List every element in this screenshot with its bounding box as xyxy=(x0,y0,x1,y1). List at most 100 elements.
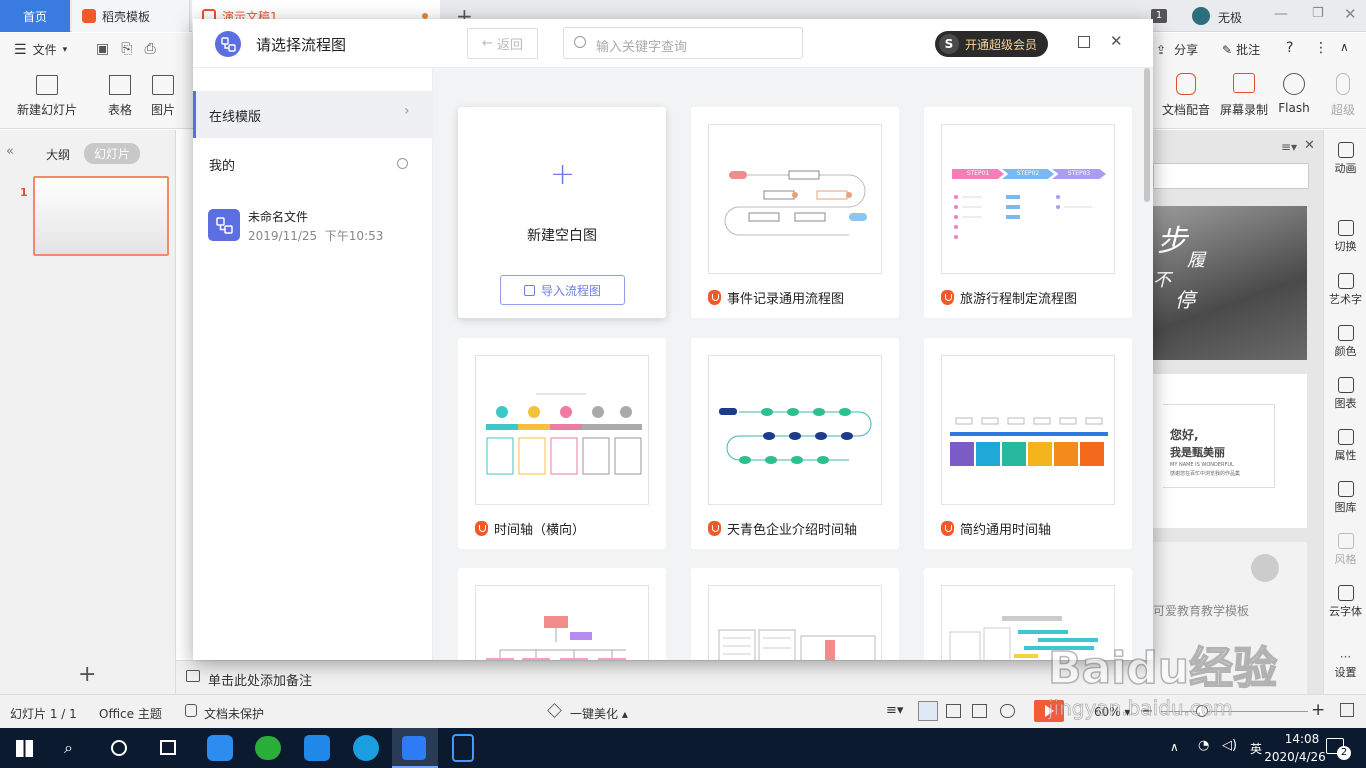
tray-expand-icon[interactable]: ∧ xyxy=(1170,740,1179,754)
slide-thumbnail[interactable] xyxy=(33,176,169,256)
side-color[interactable]: 颜色 xyxy=(1324,325,1366,359)
notes-toggle-icon[interactable]: ≡▾ xyxy=(886,703,903,718)
vip-button[interactable]: S 开通超级会员 xyxy=(935,31,1048,57)
normal-view-icon[interactable] xyxy=(918,701,938,721)
side-settings[interactable]: ··· 设置 xyxy=(1324,650,1366,680)
search-placeholder: 输入关键字查询 xyxy=(596,40,688,55)
picture-icon xyxy=(152,75,174,95)
template-thumbnail xyxy=(475,355,649,505)
sidebar-item-mine[interactable]: 我的 xyxy=(209,155,235,174)
ime-indicator[interactable]: 英 xyxy=(1250,740,1262,757)
picture-button[interactable]: 图片 xyxy=(146,75,180,118)
panel-close-icon[interactable]: ✕ xyxy=(1304,138,1315,153)
search-input[interactable]: 输入关键字查询 xyxy=(563,27,803,59)
sidebar-item-online[interactable]: 在线模版 › xyxy=(193,91,433,138)
panel-menu-icon[interactable]: ≡▾ xyxy=(1281,140,1297,154)
panel-search-input[interactable] xyxy=(1153,163,1309,189)
back-button[interactable]: ← 返回 xyxy=(467,28,538,59)
template-card-travel-plan[interactable]: STEP01 STEP02 STEP03 旅游行程制定流程图 xyxy=(924,107,1132,318)
minimize-icon[interactable]: — xyxy=(1274,6,1288,22)
new-blank-card[interactable]: + 新建空白图 导入流程图 xyxy=(458,107,666,318)
sorter-view-icon[interactable] xyxy=(946,704,961,718)
doc-audio-button[interactable]: 文档配音 xyxy=(1158,73,1214,118)
recent-file-item[interactable]: 未命名文件 2019/11/25 下午10:53 xyxy=(193,198,433,250)
table-button[interactable]: 表格 xyxy=(103,75,137,118)
tab-slides[interactable]: 幻灯片 xyxy=(84,143,141,164)
clock-time[interactable]: 14:08 xyxy=(1276,732,1328,746)
beautify-button[interactable]: 一键美化 ▴ xyxy=(570,705,628,722)
restore-icon[interactable]: ❐ xyxy=(1312,6,1324,21)
sidebar-online-label: 在线模版 xyxy=(209,110,262,125)
template-card-portfolio[interactable]: 您好, 我是甄美丽 MY NAME IS WONDERFUL 感谢您在百忙中浏览… xyxy=(1153,374,1307,528)
avatar[interactable] xyxy=(1192,7,1210,25)
import-button[interactable]: 导入流程图 xyxy=(500,275,625,305)
more-icon[interactable]: ⋮ xyxy=(1314,40,1328,56)
file-menu[interactable]: ☰ 文件 ▾ xyxy=(14,41,67,58)
template-card-event-record[interactable]: 事件记录通用流程图 xyxy=(691,107,899,318)
side-wordart[interactable]: 艺术字 xyxy=(1324,273,1366,307)
add-slide-icon[interactable]: + xyxy=(78,662,96,687)
help-icon[interactable]: ? xyxy=(1286,40,1293,56)
user-name[interactable]: 无极 xyxy=(1218,9,1242,26)
card2-greeting: 您好, xyxy=(1170,428,1199,442)
template-card-horizontal-timeline[interactable]: 时间轴（横向） xyxy=(458,338,666,549)
share-icon: ⇪ xyxy=(1156,42,1167,57)
clock-date[interactable]: 2020/4/26 xyxy=(1262,750,1328,764)
cortana-icon[interactable] xyxy=(111,740,127,756)
save-icon[interactable]: ▣ xyxy=(96,41,109,57)
side-style[interactable]: 风格 xyxy=(1324,533,1366,567)
baidu-watermark: Baidu经验 jingyan.baidu.com xyxy=(1047,632,1318,722)
side-gallery[interactable]: 图库 xyxy=(1324,481,1366,515)
tab-home[interactable]: 首页 xyxy=(0,0,70,32)
new-slide-button[interactable]: 新建幻灯片 xyxy=(12,75,82,118)
daoke-brand-icon xyxy=(475,521,488,536)
sidebar-search-icon[interactable] xyxy=(397,158,408,169)
side-cloud-font[interactable]: 云字体 xyxy=(1324,585,1366,619)
slide-number: 1 xyxy=(20,186,28,199)
theme-name[interactable]: Office 主题 xyxy=(99,705,162,722)
account-badge[interactable]: 1 xyxy=(1151,9,1167,23)
wifi-icon[interactable]: ◔ xyxy=(1198,738,1209,753)
template-card-table-flow[interactable] xyxy=(691,568,899,660)
pinned-app-icon[interactable] xyxy=(304,735,330,761)
search-icon[interactable]: ⌕ xyxy=(64,738,73,758)
protect-status[interactable]: 文档未保护 xyxy=(204,705,264,722)
browser-icon[interactable] xyxy=(353,735,379,761)
super-button[interactable]: 超级 xyxy=(1328,73,1358,118)
flash-button[interactable]: Flash xyxy=(1276,73,1312,115)
collapse-panel-icon[interactable]: « xyxy=(6,144,14,159)
template-card-org-chart[interactable] xyxy=(458,568,666,660)
collapse-ribbon-icon[interactable]: ∧ xyxy=(1340,40,1349,54)
reading-view-icon[interactable] xyxy=(972,704,987,718)
comment-button[interactable]: ✎ 批注 xyxy=(1222,41,1260,58)
export-icon[interactable]: ⎘ xyxy=(121,41,132,57)
volume-icon[interactable]: ◁) xyxy=(1222,738,1237,753)
app-launcher-icon[interactable] xyxy=(207,735,233,761)
card1-char-4: 停 xyxy=(1175,288,1195,312)
screen-record-button[interactable]: 屏幕录制 xyxy=(1216,73,1272,118)
share-button[interactable]: ⇪ 分享 xyxy=(1156,41,1198,58)
gallery-scrollbar-thumb[interactable] xyxy=(1144,68,1150,202)
tab-daoke-templates[interactable]: 稻壳模板 xyxy=(72,0,190,32)
side-properties[interactable]: 属性 xyxy=(1324,429,1366,463)
close-dialog-icon[interactable]: ✕ xyxy=(1110,32,1123,50)
wechat-icon[interactable] xyxy=(255,736,281,760)
tab-outline[interactable]: 大纲 xyxy=(46,146,70,163)
maximize-dialog-icon[interactable] xyxy=(1078,36,1090,48)
fit-window-icon[interactable] xyxy=(1340,703,1354,717)
gallery-scrollbar[interactable] xyxy=(1141,68,1153,660)
phone-app-icon[interactable] xyxy=(452,734,474,762)
side-style-label: 风格 xyxy=(1334,553,1357,566)
side-transition[interactable]: 切换 xyxy=(1324,220,1366,254)
presenter-icon[interactable] xyxy=(1000,704,1015,718)
task-view-icon[interactable] xyxy=(160,740,176,755)
template-card-simple-timeline[interactable]: 简约通用时间轴 xyxy=(924,338,1132,549)
side-chart[interactable]: 图表 xyxy=(1324,377,1366,411)
template-card-cyan-company-timeline[interactable]: 天青色企业介绍时间轴 xyxy=(691,338,899,549)
side-animation[interactable]: 动画 xyxy=(1324,142,1366,176)
close-window-icon[interactable]: ✕ xyxy=(1344,5,1357,23)
template-card-mountain[interactable]: 步 履 不 停 xyxy=(1153,206,1307,360)
wps-taskbar-item[interactable] xyxy=(392,728,438,768)
print-icon[interactable]: ⎙ xyxy=(144,41,155,57)
start-windows-icon[interactable] xyxy=(16,740,33,757)
